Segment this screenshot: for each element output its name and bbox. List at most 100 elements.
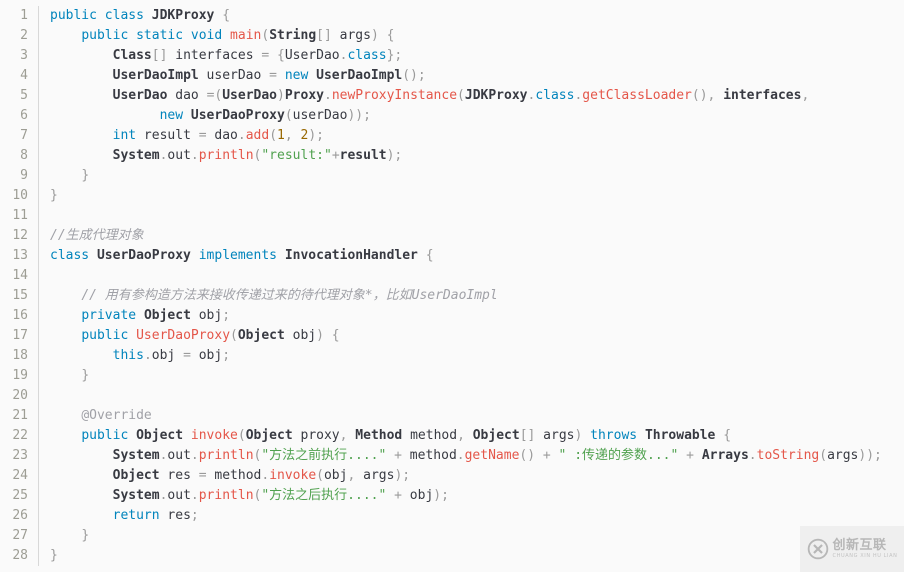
line-content[interactable]: System.out.println("方法之前执行...." + method… [39,446,904,466]
line-content[interactable]: } [39,166,904,186]
code-token: ); [394,468,411,483]
line-content[interactable]: public class JDKProxy { [39,6,904,26]
code-token: obj [401,488,434,503]
code-line[interactable]: 19 } [0,366,904,386]
code-line[interactable]: 14 [0,266,904,286]
code-line[interactable]: 13 class UserDaoProxy implements Invocati… [0,246,904,266]
code-line[interactable]: 24 Object res = method.invoke(obj, args)… [0,466,904,486]
code-token: println [198,488,254,503]
line-content[interactable]: Object res = method.invoke(obj, args); [39,466,904,486]
line-content[interactable]: @Override [39,406,904,426]
code-line[interactable]: 11 [0,206,904,226]
line-content[interactable]: this.obj = obj; [39,346,904,366]
line-content[interactable]: UserDaoImpl userDao = new UserDaoImpl(); [39,66,904,86]
code-token: new [159,108,184,123]
code-token: ( [269,128,278,143]
code-token: } [81,528,90,543]
line-content[interactable]: int result = dao.add(1, 2); [39,126,904,146]
code-token: () [519,448,536,463]
code-token: ); [386,148,403,163]
code-line[interactable]: 28} [0,546,904,566]
watermark-cn-label: 创新互联 [832,538,887,553]
code-line[interactable]: 23 System.out.println("方法之前执行...." + met… [0,446,904,466]
code-token: Class [112,48,152,63]
line-number: 4 [20,68,28,83]
code-line[interactable]: 17 public UserDaoProxy(Object obj) { [0,326,904,346]
code-token: JDKProxy [464,88,528,103]
code-viewer[interactable]: 1 public class JDKProxy {2 public static … [0,0,904,572]
line-content[interactable]: } [39,366,904,386]
line-content[interactable]: } [39,526,904,546]
line-content[interactable]: public Object invoke(Object proxy, Metho… [39,426,904,446]
line-content[interactable] [39,206,904,226]
code-token: dao [206,128,238,143]
line-content[interactable]: private Object obj; [39,306,904,326]
code-token: args [535,428,575,443]
line-content[interactable]: } [39,546,904,566]
code-token: obj [151,348,184,363]
line-number: 17 [12,328,28,343]
line-content[interactable] [39,266,904,286]
code-line[interactable]: 26 return res; [0,506,904,526]
code-token: ( [261,28,270,43]
line-content[interactable]: System.out.println("方法之后执行...." + obj); [39,486,904,506]
line-content[interactable]: new UserDaoProxy(userDao)); [39,106,904,126]
line-content[interactable]: } [39,186,904,206]
code-token: InvocationHandler [284,248,418,263]
code-token: println [198,448,254,463]
code-line[interactable]: 9 } [0,166,904,186]
line-content[interactable]: //生成代理对象 [39,226,904,246]
line-content[interactable]: // 用有参构造方法来接收传递过来的待代理对象*，比如UserDaoImpl [39,286,904,306]
code-line[interactable]: 16 private Object obj; [0,306,904,326]
line-content[interactable]: System.out.println("result:"+result); [39,146,904,166]
code-token: getClassLoader [582,88,692,103]
code-token: " :传递的参数..." [558,448,679,463]
code-line[interactable]: 4 UserDaoImpl userDao = new UserDaoImpl(… [0,66,904,86]
code-token: + [394,488,402,503]
code-line[interactable]: 1 public class JDKProxy { [0,6,904,26]
code-token: ; [222,348,231,363]
code-line[interactable]: 8 System.out.println("result:"+result); [0,146,904,166]
code-line-list: 1 public class JDKProxy {2 public static … [0,6,904,566]
code-token: UserDaoProxy [96,248,191,263]
code-line[interactable]: 2 public static void main(String[] args)… [0,26,904,46]
code-line[interactable]: 27 } [0,526,904,546]
line-content[interactable]: Class[] interfaces = {UserDao.class}; [39,46,904,66]
code-line[interactable]: 7 int result = dao.add(1, 2); [0,126,904,146]
line-content[interactable]: class UserDaoProxy implements Invocation… [39,246,904,266]
line-number: 20 [12,388,28,403]
code-line[interactable]: 22 public Object invoke(Object proxy, Me… [0,426,904,446]
code-line[interactable]: 6 new UserDaoProxy(userDao)); [0,106,904,126]
code-line[interactable]: 25 System.out.println("方法之后执行...." + obj… [0,486,904,506]
code-line[interactable]: 12 //生成代理对象 [0,226,904,246]
code-line[interactable]: 21 @Override [0,406,904,426]
code-line[interactable]: 20 [0,386,904,406]
code-line[interactable]: 15 // 用有参构造方法来接收传递过来的待代理对象*，比如UserDaoImp… [0,286,904,306]
code-line[interactable]: 10} [0,186,904,206]
code-token: System [112,148,160,163]
code-token: JDKProxy [151,8,215,23]
code-line[interactable]: 18 this.obj = obj; [0,346,904,366]
code-token: UserDaoImpl [112,68,199,83]
code-line[interactable]: 3 Class[] interfaces = {UserDao.class}; [0,46,904,66]
code-token: Throwable [644,428,716,443]
code-token: ( [819,448,828,463]
code-token: result [339,148,387,163]
line-content[interactable]: return res; [39,506,904,526]
line-content[interactable]: public static void main(String[] args) { [39,26,904,46]
line-content[interactable]: public UserDaoProxy(Object obj) { [39,326,904,346]
code-token: UserDaoProxy [136,328,231,343]
code-token: public [81,328,129,343]
line-content[interactable] [39,386,904,406]
line-content[interactable]: UserDao dao =(UserDao)Proxy.newProxyInst… [39,86,904,106]
code-line[interactable]: 5 UserDao dao =(UserDao)Proxy.newProxyIn… [0,86,904,106]
